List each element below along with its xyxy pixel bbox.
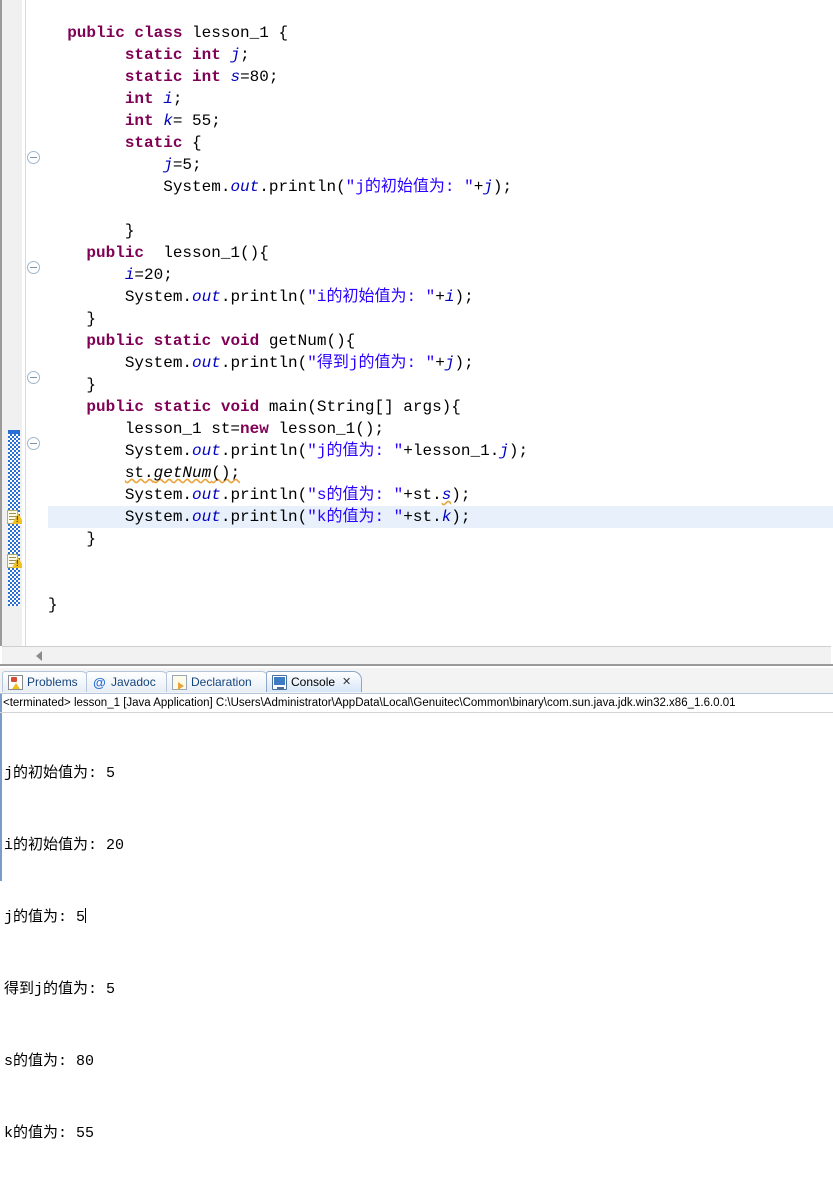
console-line: 得到j的值为: 5 xyxy=(4,981,116,998)
fold-collapse-icon[interactable] xyxy=(27,371,40,384)
warning-marker-icon[interactable] xyxy=(7,553,24,569)
console-output[interactable]: j的初始值为: 5 i的初始值为: 20 j的值为: 5 得到j的值为: 5 s… xyxy=(4,714,824,1194)
console-line: k的值为: 55 xyxy=(4,1125,95,1142)
console-line-text: j的值为: 5 xyxy=(4,909,86,926)
folding-ruler-separator xyxy=(25,0,26,646)
tab-label: Javadoc xyxy=(111,675,156,689)
console-header-divider xyxy=(0,712,833,713)
view-tabbar: Problems @ Javadoc Declaration Console ✕ xyxy=(0,671,833,693)
text-caret xyxy=(85,908,87,923)
console-panel[interactable]: <terminated> lesson_1 [Java Application]… xyxy=(0,693,833,1142)
editor-bottom-edge xyxy=(0,664,833,666)
console-launch-label: <terminated> lesson_1 [Java Application]… xyxy=(3,697,736,709)
fold-collapse-icon[interactable] xyxy=(27,151,40,164)
java-source-editor[interactable]: public class lesson_1 { static int j; st… xyxy=(0,0,833,668)
console-line: j的初始值为: 5 xyxy=(4,765,116,782)
editor-marker-ruler[interactable] xyxy=(2,0,24,646)
console-line: s的值为: 80 xyxy=(4,1053,95,1070)
tab-console[interactable]: Console ✕ xyxy=(266,671,362,692)
tab-label: Problems xyxy=(27,675,78,689)
console-line-with-caret: j的值为: 5 xyxy=(4,906,824,930)
code-surface[interactable]: public class lesson_1 { static int j; st… xyxy=(48,0,833,646)
at-icon: @ xyxy=(93,674,106,690)
close-icon[interactable]: ✕ xyxy=(342,676,351,688)
fold-collapse-icon[interactable] xyxy=(27,437,40,450)
console-line: i的初始值为: 20 xyxy=(4,837,125,854)
console-left-edge xyxy=(0,694,2,881)
tab-problems[interactable]: Problems xyxy=(2,671,90,692)
tab-javadoc[interactable]: @ Javadoc xyxy=(86,671,170,692)
fold-collapse-icon[interactable] xyxy=(27,261,40,274)
bottom-view-stack: Problems @ Javadoc Declaration Console ✕… xyxy=(0,668,833,1142)
editor-horizontal-scrollbar[interactable] xyxy=(2,646,831,665)
problems-icon xyxy=(8,674,23,690)
console-icon xyxy=(272,674,287,690)
warning-marker-icon[interactable] xyxy=(7,509,24,525)
tab-label: Declaration xyxy=(191,675,252,689)
code-text[interactable]: public class lesson_1 { static int j; st… xyxy=(48,0,528,616)
tab-declaration[interactable]: Declaration xyxy=(166,671,270,692)
declaration-icon xyxy=(172,674,187,690)
tab-label: Console xyxy=(291,675,336,689)
scroll-left-arrow-icon[interactable] xyxy=(36,651,42,661)
